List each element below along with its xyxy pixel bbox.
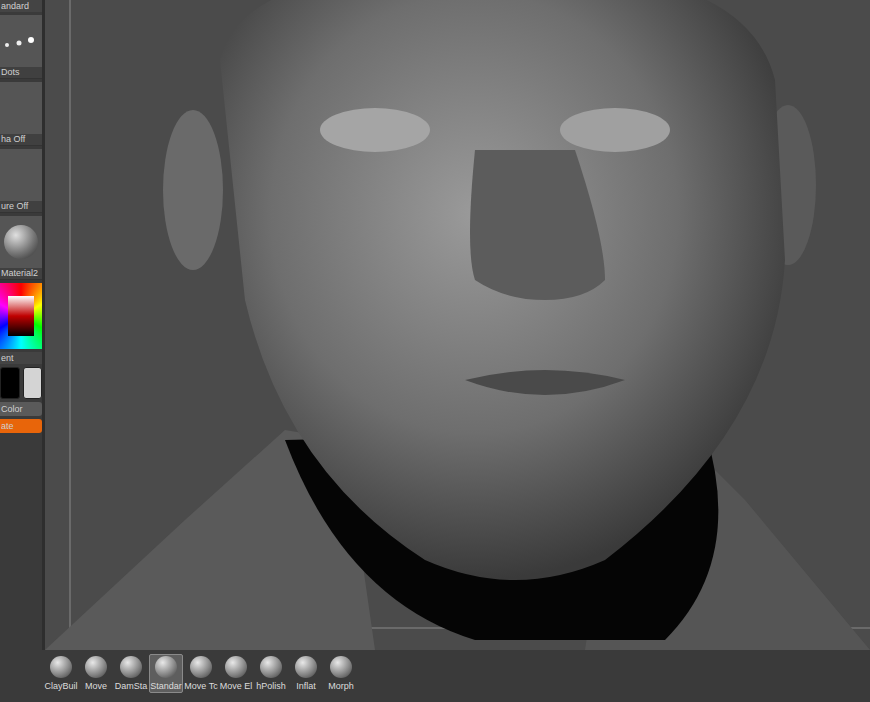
- shelf-label: ate: [1, 421, 14, 432]
- brush-icon: [330, 656, 352, 678]
- sculpt-model: [45, 0, 870, 650]
- brush-button[interactable]: Inflat: [289, 654, 323, 693]
- brush-icon: [260, 656, 282, 678]
- brush-button[interactable]: DamSta: [114, 654, 148, 693]
- brush-button[interactable]: hPolish: [254, 654, 288, 693]
- blank-slot[interactable]: ure Off: [0, 149, 42, 213]
- brush-label: Inflat: [296, 680, 316, 692]
- shelf-label: ha Off: [0, 134, 42, 145]
- color-picker[interactable]: [0, 283, 42, 349]
- brush-label: ClayBuil: [45, 680, 78, 692]
- color-swatch[interactable]: [23, 367, 43, 399]
- color-swatch[interactable]: [0, 367, 20, 399]
- brush-label: Move: [85, 680, 107, 692]
- brush-button[interactable]: ClayBuil: [44, 654, 78, 693]
- brush-icon: [155, 656, 177, 678]
- brush-label: Move El: [220, 680, 253, 692]
- blank-icon: [0, 82, 42, 134]
- brush-button[interactable]: Standar: [149, 654, 183, 693]
- shelf-label: Material2: [0, 268, 42, 279]
- brush-icon: [50, 656, 72, 678]
- shelf-label: Dots: [0, 67, 42, 78]
- shelf-label: ure Off: [0, 201, 42, 212]
- brush-button[interactable]: Move El: [219, 654, 253, 693]
- blank-slot[interactable]: ha Off: [0, 82, 42, 146]
- color-square[interactable]: [8, 296, 34, 336]
- brush-icon: [190, 656, 212, 678]
- shelf-button[interactable]: ate: [0, 419, 42, 433]
- brush-button[interactable]: Move: [79, 654, 113, 693]
- color-swatches: [0, 367, 42, 399]
- shelf-label-row: andard: [0, 0, 42, 12]
- shelf-label: Color: [1, 404, 23, 415]
- brush-label: Standar: [150, 680, 182, 692]
- left-shelf: andard Dots ha Off ure Off Material2 ent Color…: [0, 0, 42, 650]
- brush-label: DamSta: [115, 680, 148, 692]
- brush-shelf: ClayBuil Move DamStaStandarMove TcMove Elh…: [0, 650, 870, 702]
- brush-button[interactable]: Morph: [324, 654, 358, 693]
- blank-icon: [0, 149, 42, 201]
- sphere-icon: [4, 225, 38, 259]
- brush-icon: [120, 656, 142, 678]
- shelf-label: andard: [1, 1, 29, 12]
- brush-icon: [85, 656, 107, 678]
- material-icon: [0, 216, 42, 268]
- shelf-button[interactable]: Color: [0, 402, 42, 416]
- brush-icon: [295, 656, 317, 678]
- brush-label: Move Tc: [184, 680, 217, 692]
- brush-button[interactable]: Move Tc: [184, 654, 218, 693]
- brush-label: hPolish: [256, 680, 286, 692]
- brush-label: Morph: [328, 680, 354, 692]
- dots-icon: [0, 15, 42, 67]
- dots-slot[interactable]: Dots: [0, 15, 42, 79]
- viewport[interactable]: [42, 0, 870, 650]
- shelf-label-row: ent: [0, 352, 42, 364]
- material-slot[interactable]: Material2: [0, 216, 42, 280]
- shelf-label: ent: [1, 353, 14, 364]
- brush-icon: [225, 656, 247, 678]
